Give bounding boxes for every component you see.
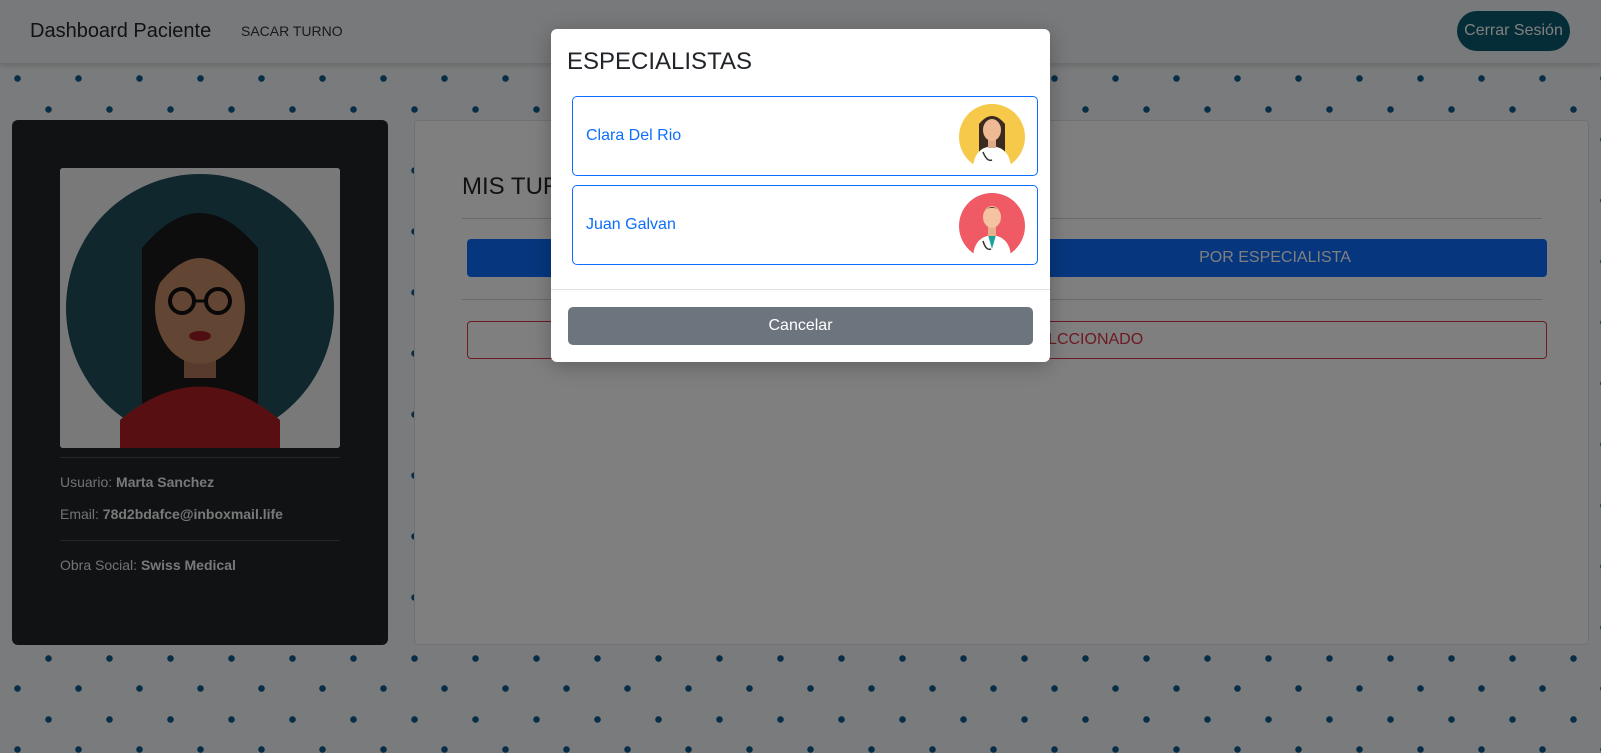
- specialists-modal: ESPECIALISTAS Clara Del Rio Juan Galvan …: [551, 29, 1050, 362]
- female-doctor-icon: [959, 104, 1025, 170]
- male-doctor-icon: [959, 193, 1025, 259]
- modal-title: ESPECIALISTAS: [567, 48, 752, 75]
- cancel-button[interactable]: Cancelar: [568, 307, 1033, 345]
- modal-divider: [551, 289, 1050, 290]
- specialist-name: Clara Del Rio: [586, 127, 682, 144]
- specialist-card-clara[interactable]: Clara Del Rio: [572, 96, 1038, 176]
- specialist-card-juan[interactable]: Juan Galvan: [572, 185, 1038, 265]
- specialist-name: Juan Galvan: [586, 216, 676, 233]
